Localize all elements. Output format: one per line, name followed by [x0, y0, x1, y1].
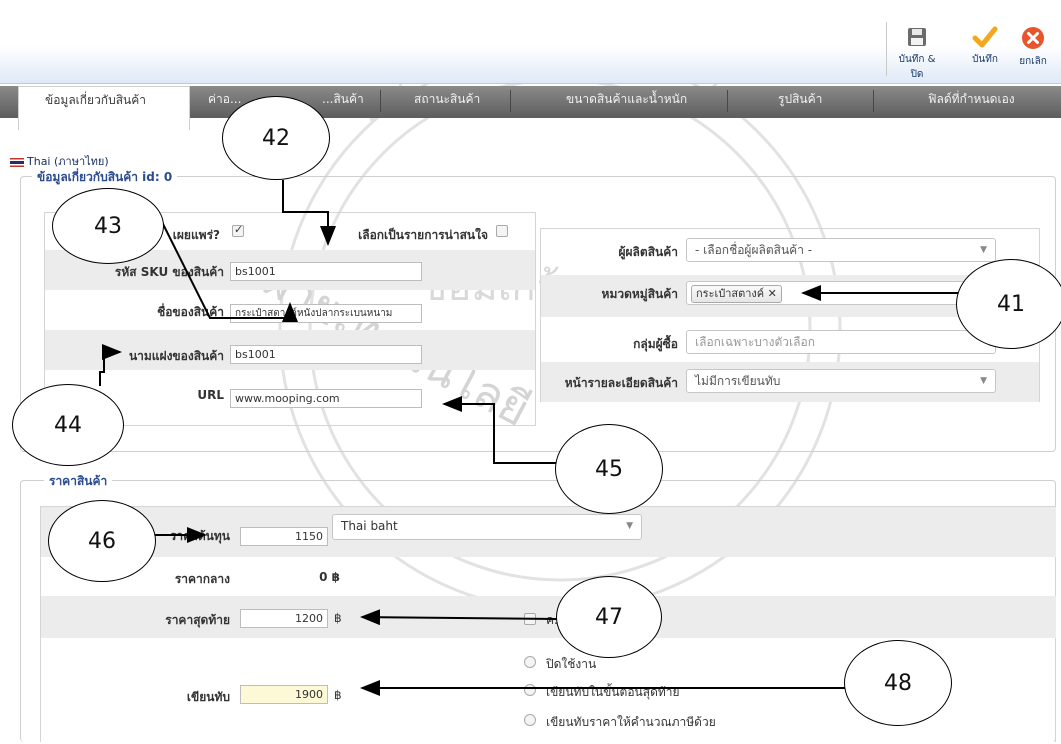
callout-48: 48 — [844, 640, 952, 726]
callout-42: 42 — [222, 96, 330, 180]
callout-43: 43 — [52, 188, 164, 264]
arrow-43 — [159, 217, 298, 322]
arrow-45 — [442, 396, 556, 464]
arrow-44 — [99, 344, 122, 386]
callout-46: 46 — [48, 500, 156, 582]
callout-45: 45 — [555, 424, 663, 514]
arrow-42 — [282, 180, 336, 246]
callout-47: 47 — [556, 576, 662, 658]
arrow-47 — [360, 609, 558, 626]
callout-41: 41 — [956, 259, 1061, 349]
annotation-arrows — [99, 180, 960, 696]
callout-44: 44 — [12, 384, 124, 466]
